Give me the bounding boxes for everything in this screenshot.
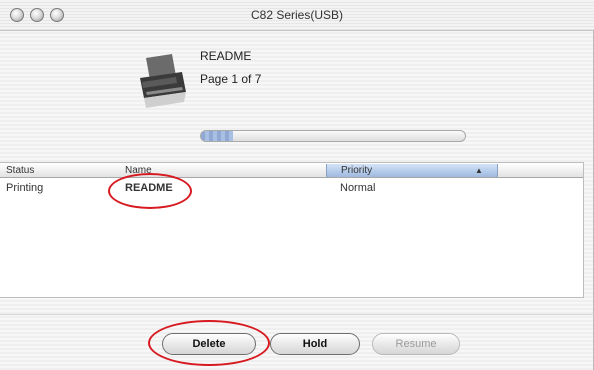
job-name: README xyxy=(200,49,252,63)
column-header-status[interactable]: Status xyxy=(6,164,34,177)
table-row[interactable]: Printing README Normal xyxy=(0,179,583,195)
column-header-priority-label: Priority xyxy=(341,165,373,176)
column-header-priority[interactable]: Priority ▲ xyxy=(326,164,498,177)
printer-queue-window: C82 Series(USB) README Page 1 of 7 Statu… xyxy=(0,0,594,370)
job-priority-cell: Normal xyxy=(340,182,376,194)
title-bar: C82 Series(USB) xyxy=(0,0,594,31)
job-page-status: Page 1 of 7 xyxy=(200,72,262,86)
job-status-cell: Printing xyxy=(6,182,44,194)
print-progress-bar xyxy=(200,130,466,142)
printer-icon xyxy=(140,54,186,108)
resume-button[interactable]: Resume xyxy=(372,333,460,355)
sort-ascending-icon: ▲ xyxy=(475,166,483,175)
readme-highlight-ellipse xyxy=(108,173,192,209)
progress-fill xyxy=(201,131,233,141)
window-title: C82 Series(USB) xyxy=(250,8,344,22)
job-queue-table: Status Name Priority ▲ Printing README N… xyxy=(0,162,584,298)
table-header: Status Name Priority ▲ xyxy=(0,163,583,178)
divider xyxy=(0,314,594,315)
delete-highlight-ellipse xyxy=(148,320,270,366)
hold-button[interactable]: Hold xyxy=(270,333,360,355)
